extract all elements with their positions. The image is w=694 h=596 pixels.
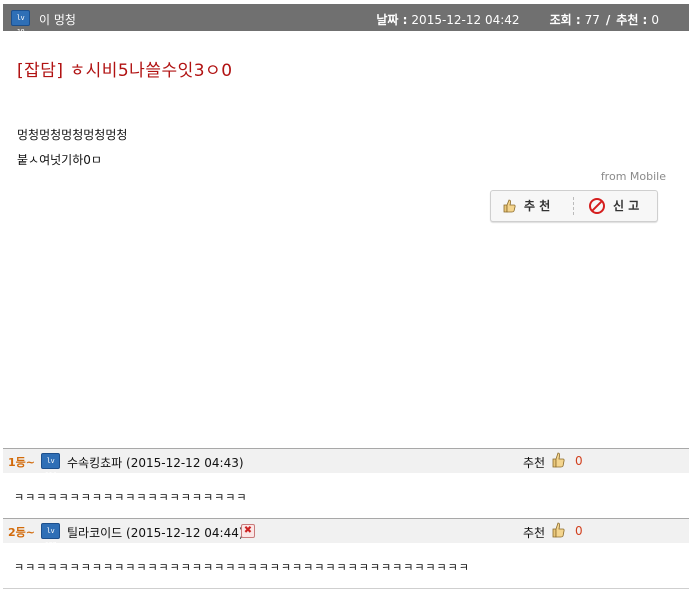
- comment-text: ㅋㅋㅋㅋㅋㅋㅋㅋㅋㅋㅋㅋㅋㅋㅋㅋㅋㅋㅋㅋㅋ: [14, 491, 248, 504]
- post-date: 2015-12-12 04:42: [411, 13, 520, 27]
- comment-recommend-label: 추천: [523, 526, 546, 540]
- recommend-button[interactable]: 추 천: [503, 191, 550, 221]
- recommend-label: 추천 :: [616, 13, 648, 27]
- comment-recommend-count: 0: [575, 524, 583, 538]
- prohibited-icon: [589, 198, 605, 214]
- comment-text: ㅋㅋㅋㅋㅋㅋㅋㅋㅋㅋㅋㅋㅋㅋㅋㅋㅋㅋㅋㅋㅋㅋㅋㅋㅋㅋㅋㅋㅋㅋㅋㅋㅋㅋㅋㅋㅋㅋㅋㅋ…: [14, 561, 470, 574]
- comment-divider: [3, 588, 689, 589]
- comment-recommend-label: 추천: [523, 456, 546, 470]
- from-mobile-label: from Mobile: [600, 170, 666, 183]
- comment-rank: 1등~: [8, 456, 35, 469]
- post-body-line-2: 붙ㅅ여넛기하0ㅁ: [17, 153, 102, 167]
- vote-box: 추 천 신 고: [490, 190, 658, 222]
- post-title: [잡담] ㅎ시비5나쓸수잇3ㅇ0: [17, 61, 233, 81]
- comment-header: 1등~ lv 114 수속킹쵸파 (2015-12-12 04:43) 추천 0: [3, 448, 689, 479]
- comment-author: 수속킹쵸파 (2015-12-12 04:43): [67, 454, 244, 471]
- delete-comment-icon[interactable]: ✖: [241, 524, 255, 538]
- comment-author-name[interactable]: 틸라코이드: [67, 526, 122, 540]
- thumbs-up-icon[interactable]: [551, 452, 565, 468]
- post-body-line-1: 멍청멍청멍청멍청멍청: [17, 128, 128, 142]
- views-label: 조회 :: [549, 13, 581, 27]
- recommend-button-label: 추 천: [524, 199, 551, 213]
- author-name[interactable]: 이 멍청: [39, 11, 76, 28]
- comment-author-name[interactable]: 수속킹쵸파: [67, 456, 122, 470]
- date-label: 날짜 :: [376, 13, 408, 27]
- level-badge-icon: lv 127: [41, 523, 60, 549]
- post-header: lv 18 이 멍청 날짜 :2015-12-12 04:42 조회 :77/추천…: [3, 4, 689, 36]
- comment-author: 틸라코이드 (2015-12-12 04:44): [67, 524, 244, 541]
- level-badge-icon: lv 18: [11, 10, 30, 36]
- comment-recommend-count: 0: [575, 454, 583, 468]
- view-count: 77: [584, 13, 600, 27]
- post-meta: 날짜 :2015-12-12 04:42 조회 :77/추천 :0: [376, 13, 659, 27]
- vote-divider: [573, 197, 574, 215]
- comment-date: (2015-12-12 04:44): [126, 526, 244, 540]
- comment-rank: 2등~: [8, 526, 35, 539]
- report-button-label: 신 고: [613, 199, 640, 213]
- thumbs-up-icon: [503, 199, 516, 213]
- thumbs-up-icon[interactable]: [551, 522, 565, 538]
- comment-header: 2등~ lv 127 틸라코이드 (2015-12-12 04:44) ✖ 추천…: [3, 518, 689, 549]
- level-badge-icon: lv 114: [41, 453, 60, 479]
- report-button[interactable]: 신 고: [589, 191, 639, 221]
- recommend-count: 0: [651, 13, 659, 27]
- comment-date: (2015-12-12 04:43): [126, 456, 244, 470]
